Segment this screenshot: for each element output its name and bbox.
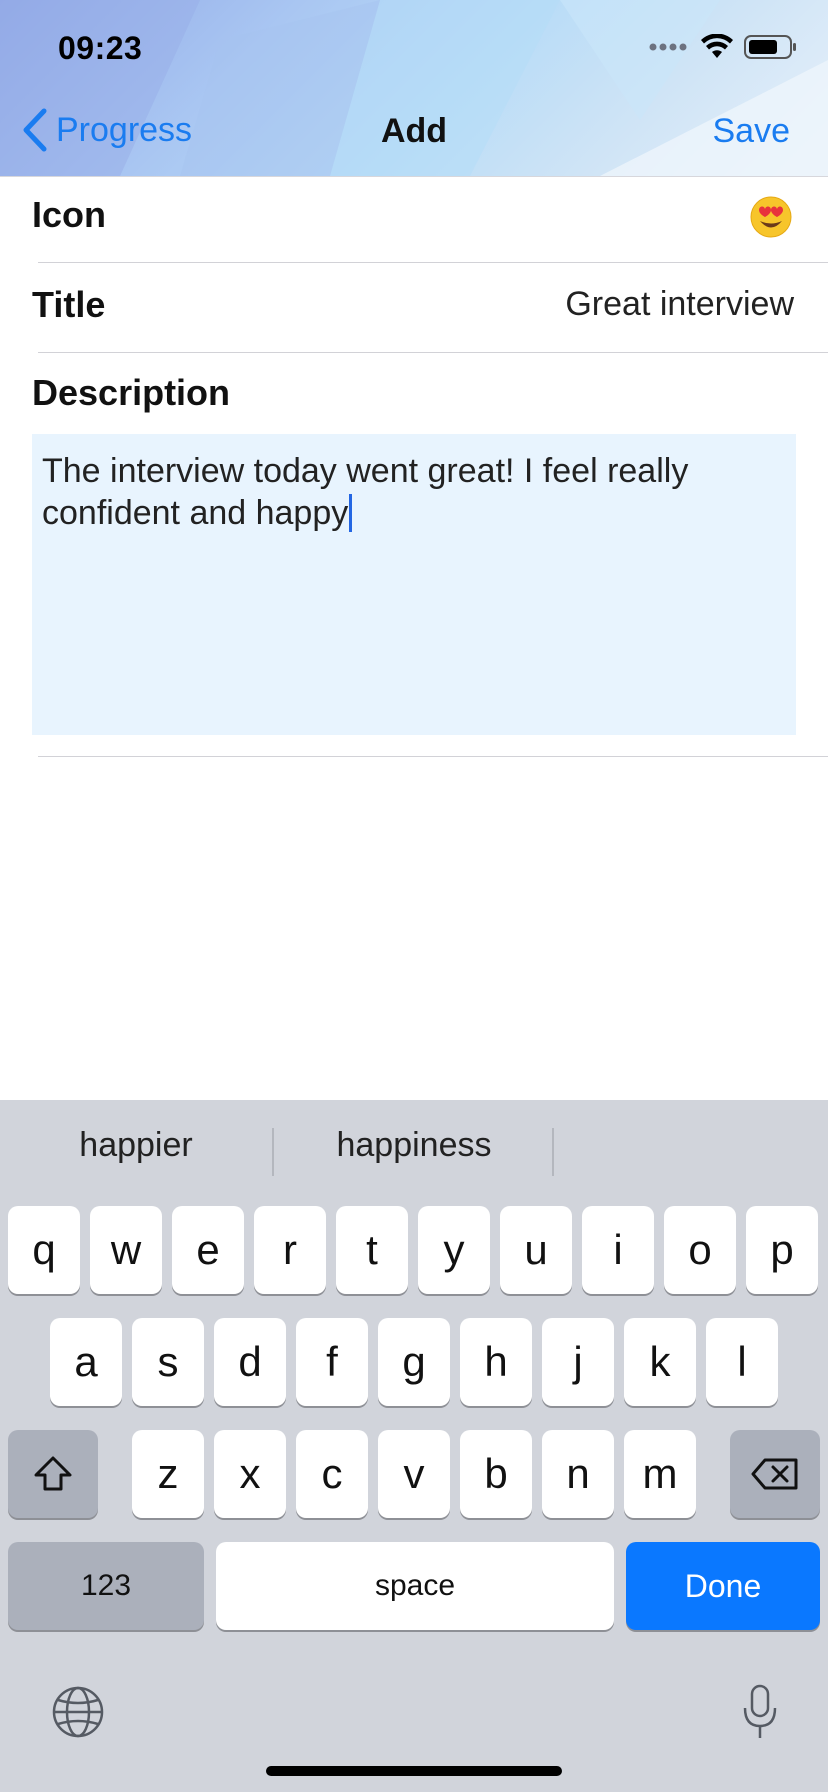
key-n[interactable]: n bbox=[542, 1430, 614, 1518]
key-p[interactable]: p bbox=[746, 1206, 818, 1294]
backspace-key[interactable] bbox=[730, 1430, 820, 1518]
key-j[interactable]: j bbox=[542, 1318, 614, 1406]
title-label: Title bbox=[32, 284, 106, 325]
key-q[interactable]: q bbox=[8, 1206, 80, 1294]
key-k[interactable]: k bbox=[624, 1318, 696, 1406]
row-divider bbox=[38, 352, 828, 353]
suggestion-divider bbox=[552, 1128, 554, 1176]
key-s[interactable]: s bbox=[132, 1318, 204, 1406]
key-l[interactable]: l bbox=[706, 1318, 778, 1406]
battery-icon bbox=[744, 35, 796, 59]
key-m[interactable]: m bbox=[624, 1430, 696, 1518]
key-y[interactable]: y bbox=[418, 1206, 490, 1294]
key-i[interactable]: i bbox=[582, 1206, 654, 1294]
shift-key[interactable] bbox=[8, 1430, 98, 1518]
navigation-header: 09:23 Progress Add Save bbox=[0, 0, 828, 176]
save-button[interactable]: Save bbox=[713, 112, 791, 151]
suggestion-1[interactable]: happier bbox=[36, 1126, 236, 1165]
key-x[interactable]: x bbox=[214, 1430, 286, 1518]
key-o[interactable]: o bbox=[664, 1206, 736, 1294]
key-w[interactable]: w bbox=[90, 1206, 162, 1294]
wifi-icon bbox=[701, 34, 733, 58]
icon-label: Icon bbox=[32, 194, 107, 235]
key-g[interactable]: g bbox=[378, 1318, 450, 1406]
heart-eyes-emoji-icon[interactable] bbox=[750, 196, 792, 238]
home-indicator[interactable] bbox=[266, 1766, 562, 1776]
suggestion-divider bbox=[272, 1128, 274, 1176]
row-divider bbox=[38, 262, 828, 263]
key-d[interactable]: d bbox=[214, 1318, 286, 1406]
globe-icon[interactable] bbox=[52, 1686, 104, 1738]
done-key[interactable]: Done bbox=[626, 1542, 820, 1630]
microphone-icon[interactable] bbox=[742, 1684, 778, 1742]
key-f[interactable]: f bbox=[296, 1318, 368, 1406]
space-key[interactable]: space bbox=[216, 1542, 614, 1630]
key-t[interactable]: t bbox=[336, 1206, 408, 1294]
key-a[interactable]: a bbox=[50, 1318, 122, 1406]
key-z[interactable]: z bbox=[132, 1430, 204, 1518]
key-h[interactable]: h bbox=[460, 1318, 532, 1406]
backspace-icon bbox=[751, 1458, 798, 1490]
status-icons bbox=[648, 34, 798, 60]
key-u[interactable]: u bbox=[500, 1206, 572, 1294]
status-time: 09:23 bbox=[58, 30, 143, 66]
suggestion-2[interactable]: happiness bbox=[300, 1126, 528, 1165]
numbers-key[interactable]: 123 bbox=[8, 1542, 204, 1630]
row-divider bbox=[38, 756, 828, 757]
signal-icon bbox=[649, 43, 687, 51]
key-c[interactable]: c bbox=[296, 1430, 368, 1518]
shift-icon bbox=[34, 1456, 72, 1491]
description-label: Description bbox=[32, 372, 231, 413]
page-title: Add bbox=[380, 112, 448, 150]
key-r[interactable]: r bbox=[254, 1206, 326, 1294]
header-divider bbox=[0, 176, 828, 177]
description-text[interactable]: The interview today went great! I feel r… bbox=[42, 450, 762, 534]
text-cursor bbox=[349, 494, 353, 532]
key-e[interactable]: e bbox=[172, 1206, 244, 1294]
description-value: The interview today went great! I feel r… bbox=[42, 452, 689, 532]
key-v[interactable]: v bbox=[378, 1430, 450, 1518]
title-field[interactable]: Great interview bbox=[565, 285, 794, 324]
key-b[interactable]: b bbox=[460, 1430, 532, 1518]
